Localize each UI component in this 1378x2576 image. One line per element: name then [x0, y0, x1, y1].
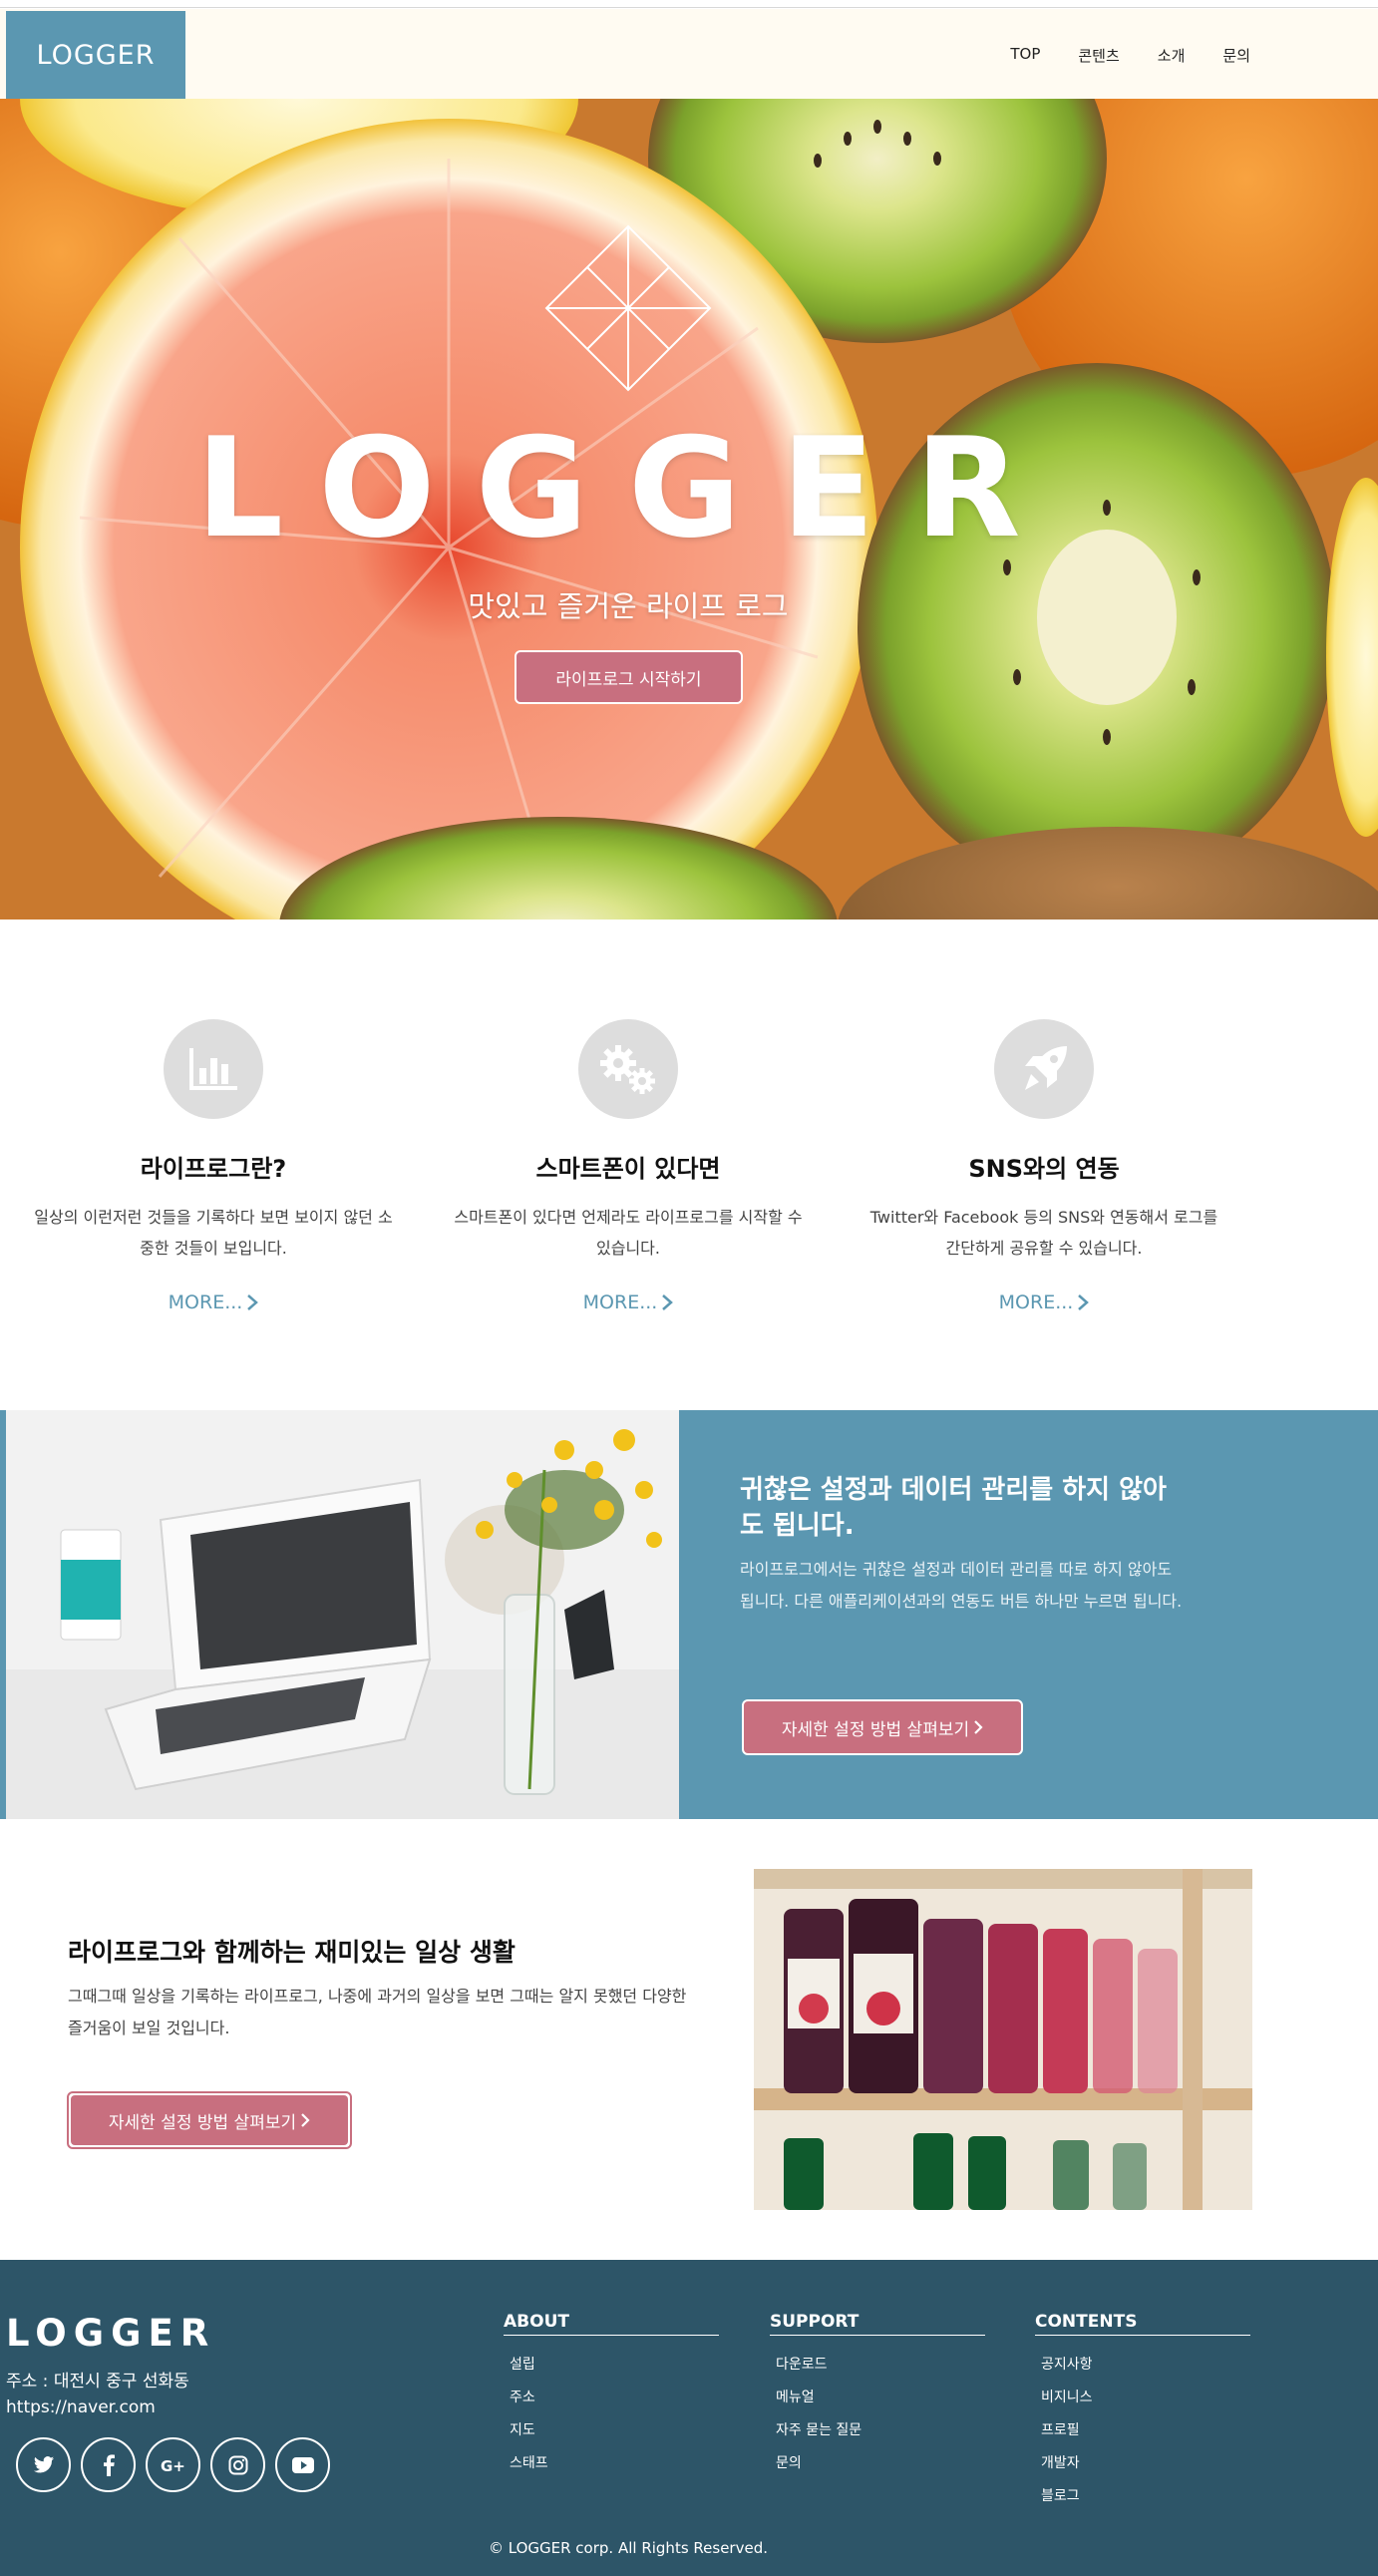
chevron-right-icon	[247, 1294, 259, 1310]
svg-text:G+: G+	[161, 2457, 185, 2474]
chevron-right-icon	[662, 1294, 674, 1310]
youtube-icon[interactable]	[275, 2437, 330, 2492]
settings-section: 귀찮은 설정과 데이터 관리를 하지 않아도 됩니다. 라이프로그에서는 귀찮은…	[0, 1410, 1378, 1819]
footer-link[interactable]: 공지사항	[1035, 2349, 1250, 2382]
settings-guide-label: 자세한 설정 방법 살펴보기	[781, 1719, 970, 1740]
site-header: LOGGER TOP 콘텐츠 소개 문의	[0, 9, 1378, 99]
chevron-right-icon	[1078, 1294, 1090, 1310]
feature-title: SNS와의 연동	[968, 1155, 1120, 1183]
footer-link[interactable]: 개발자	[1035, 2447, 1250, 2480]
header-logo[interactable]: LOGGER	[6, 11, 185, 99]
chevron-right-icon	[301, 2113, 310, 2127]
footer-column-about: ABOUT 설립 주소 지도 스태프	[504, 2312, 719, 2480]
daily-guide-button[interactable]: 자세한 설정 방법 살펴보기	[67, 2091, 352, 2149]
social-links: G+	[16, 2437, 330, 2492]
footer-column-support: SUPPORT 다운로드 메뉴얼 자주 묻는 질문 문의	[770, 2312, 985, 2480]
daily-title: 라이프로그와 함께하는 재미있는 일상 생활	[68, 1938, 516, 1967]
daily-description: 그때그때 일상을 기록하는 라이프로그, 나중에 과거의 일상을 보면 그때는 …	[68, 1987, 687, 2037]
footer-column-title: ABOUT	[504, 2312, 719, 2336]
settings-guide-button[interactable]: 자세한 설정 방법 살펴보기	[742, 1699, 1023, 1755]
nav-item-about[interactable]: 소개	[1158, 45, 1186, 66]
laptop-photo	[6, 1410, 679, 1819]
facebook-icon[interactable]	[81, 2437, 136, 2492]
footer-link[interactable]: 지도	[504, 2414, 719, 2447]
rocket-icon	[994, 1019, 1094, 1119]
footer-contact: 주소 : 대전시 중구 선화동 https://naver.com	[6, 2369, 189, 2420]
nav-item-top[interactable]: TOP	[1010, 45, 1040, 66]
footer-link[interactable]: 다운로드	[770, 2349, 985, 2382]
more-label: MORE...	[582, 1291, 658, 1313]
footer-address: 주소 : 대전시 중구 선화동	[6, 2372, 189, 2392]
feature-title: 스마트폰이 있다면	[535, 1155, 721, 1183]
footer-link[interactable]: 설립	[504, 2349, 719, 2382]
site-footer: LOGGER 주소 : 대전시 중구 선화동 https://naver.com…	[0, 2260, 1378, 2576]
feature-card: 스마트폰이 있다면 스마트폰이 있다면 언제라도 라이프로그를 시작할 수 있습…	[439, 1019, 818, 1313]
chevron-right-icon	[974, 1720, 983, 1734]
more-label: MORE...	[168, 1291, 243, 1313]
chart-icon	[164, 1019, 263, 1119]
top-border	[0, 0, 1378, 8]
instagram-icon[interactable]	[210, 2437, 265, 2492]
start-lifelog-button[interactable]: 라이프로그 시작하기	[515, 650, 743, 704]
footer-url[interactable]: https://naver.com	[6, 2394, 189, 2420]
daily-guide-label: 자세한 설정 방법 살펴보기	[108, 2112, 297, 2133]
header-logo-text: LOGGER	[36, 39, 156, 71]
footer-column-title: SUPPORT	[770, 2312, 985, 2336]
settings-description: 라이프로그에서는 귀찮은 설정과 데이터 관리를 따로 하지 않아도 됩니다. …	[740, 1560, 1183, 1611]
feature-more-link[interactable]: MORE...	[169, 1291, 259, 1313]
nav-item-contents[interactable]: 콘텐츠	[1078, 45, 1119, 66]
footer-column-title: CONTENTS	[1035, 2312, 1250, 2336]
diamond-emblem-icon	[544, 224, 712, 392]
nav-item-contact[interactable]: 문의	[1222, 45, 1250, 66]
footer-link[interactable]: 자주 묻는 질문	[770, 2414, 985, 2447]
feature-more-link[interactable]: MORE...	[999, 1291, 1090, 1313]
feature-title: 라이프로그란?	[140, 1155, 287, 1183]
hero-overlay: LOGGER 맛있고 즐거운 라이프 로그 라이프로그 시작하기	[0, 99, 1378, 920]
footer-logo[interactable]: LOGGER	[6, 2312, 215, 2355]
feature-more-link[interactable]: MORE...	[583, 1291, 674, 1313]
google-plus-icon[interactable]: G+	[146, 2437, 200, 2492]
daily-life-section: 라이프로그와 함께하는 재미있는 일상 생활 그때그때 일상을 기록하는 라이프…	[0, 1819, 1378, 2260]
daily-guide-button-inner: 자세한 설정 방법 살펴보기	[71, 2095, 348, 2145]
footer-link[interactable]: 블로그	[1035, 2480, 1250, 2513]
hero-section: LOGGER 맛있고 즐거운 라이프 로그 라이프로그 시작하기	[0, 99, 1378, 920]
settings-title: 귀찮은 설정과 데이터 관리를 하지 않아도 됩니다.	[740, 1475, 1167, 1541]
features-section: 라이프로그란? 일상의 이런저런 것들을 기록하다 보면 보이지 않던 소중한 …	[0, 920, 1378, 1410]
footer-link[interactable]: 비지니스	[1035, 2382, 1250, 2414]
feature-text: 스마트폰이 있다면 언제라도 라이프로그를 시작할 수 있습니다.	[454, 1208, 803, 1258]
footer-link[interactable]: 스태프	[504, 2447, 719, 2480]
hero-title: LOGGER	[195, 408, 1061, 568]
settings-text-block: 귀찮은 설정과 데이터 관리를 하지 않아도 됩니다. 라이프로그에서는 귀찮은…	[740, 1472, 1189, 1618]
gears-icon	[578, 1019, 678, 1119]
footer-link[interactable]: 프로필	[1035, 2414, 1250, 2447]
feature-card: SNS와의 연동 Twitter와 Facebook 등의 SNS와 연동해서 …	[855, 1019, 1233, 1313]
footer-link[interactable]: 주소	[504, 2382, 719, 2414]
juice-shelf-photo	[754, 1869, 1252, 2210]
feature-text: Twitter와 Facebook 등의 SNS와 연동해서 로그를 간단하게 …	[869, 1208, 1218, 1258]
feature-text: 일상의 이런저런 것들을 기록하다 보면 보이지 않던 소중한 것들이 보입니다…	[34, 1208, 393, 1258]
footer-link[interactable]: 메뉴얼	[770, 2382, 985, 2414]
hero-subtitle: 맛있고 즐거운 라이프 로그	[468, 589, 789, 623]
feature-card: 라이프로그란? 일상의 이런저런 것들을 기록하다 보면 보이지 않던 소중한 …	[24, 1019, 403, 1313]
footer-column-contents: CONTENTS 공지사항 비지니스 프로필 개발자 블로그	[1035, 2312, 1250, 2513]
more-label: MORE...	[998, 1291, 1074, 1313]
main-nav: TOP 콘텐츠 소개 문의	[1010, 45, 1250, 66]
footer-link[interactable]: 문의	[770, 2447, 985, 2480]
copyright-text: © LOGGER corp. All Rights Reserved.	[489, 2539, 768, 2557]
twitter-icon[interactable]	[16, 2437, 71, 2492]
